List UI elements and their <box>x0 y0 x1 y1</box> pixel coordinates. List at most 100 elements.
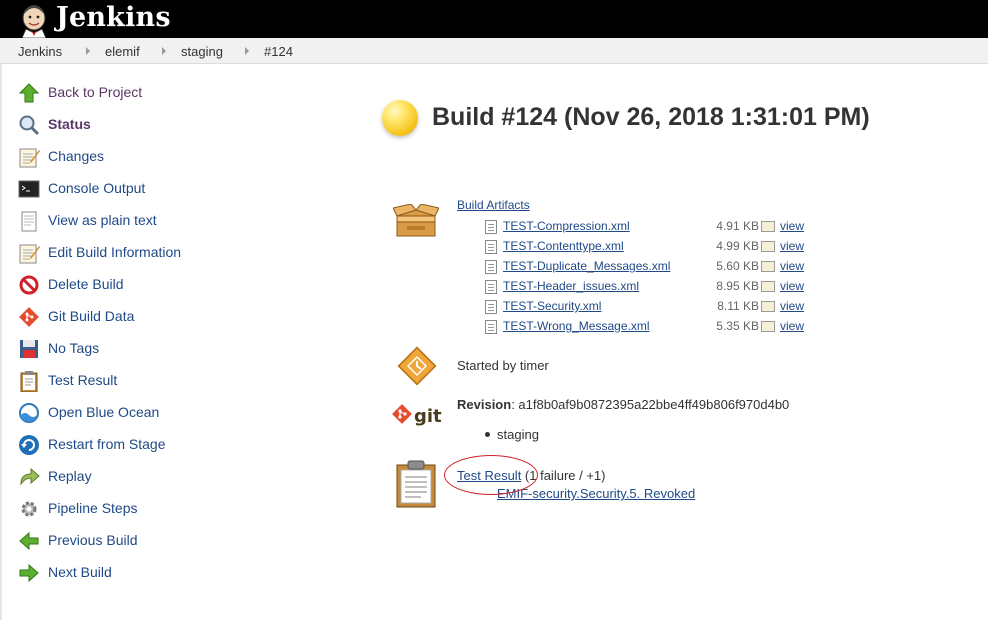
build-artifacts-link[interactable]: Build Artifacts <box>457 198 530 212</box>
sidebar-item-console-output[interactable]: Console Output <box>18 177 145 201</box>
breadcrumb-separator-icon[interactable] <box>86 47 90 55</box>
sidebar-item-changes[interactable]: Changes <box>18 145 104 169</box>
artifact-size: 4.91 KB <box>716 219 759 233</box>
breadcrumb-separator-icon[interactable] <box>162 47 166 55</box>
revision-line: Revision: a1f8b0af9b0872395a22bbe4ff49b8… <box>457 397 789 412</box>
sidebar-item-git-build-data[interactable]: Git Build Data <box>18 305 134 329</box>
artifact-link[interactable]: TEST-Compression.xml <box>503 219 630 233</box>
jenkins-logo-icon[interactable] <box>16 2 52 39</box>
artifact-view-link[interactable]: view <box>780 279 804 293</box>
magnifier-icon <box>18 114 40 136</box>
artifact-view-link[interactable]: view <box>780 259 804 273</box>
artifact-size: 8.11 KB <box>717 299 759 313</box>
breadcrumb-build[interactable]: #124 <box>264 44 293 59</box>
fingerprint-icon[interactable] <box>761 301 775 312</box>
sidebar-item-label: Back to Project <box>48 84 143 100</box>
sidebar-item-pipeline-steps[interactable]: Pipeline Steps <box>18 497 138 521</box>
clipboard-icon <box>396 460 436 508</box>
notepad-icon <box>18 242 40 264</box>
document-icon <box>485 280 497 294</box>
sidebar-item-status[interactable]: Status <box>18 113 91 137</box>
artifact-view-link[interactable]: view <box>780 239 804 253</box>
sidebar-item-next-build[interactable]: Next Build <box>18 561 112 585</box>
notepad-icon <box>18 146 40 168</box>
failed-test-link[interactable]: EMIF-security.Security.5. Revoked <box>497 486 695 501</box>
sidebar-item-delete-build[interactable]: Delete Build <box>18 273 124 297</box>
document-icon <box>18 210 40 232</box>
artifact-size: 5.60 KB <box>716 259 759 273</box>
breadcrumb-separator-icon[interactable] <box>245 47 249 55</box>
artifact-link[interactable]: TEST-Contenttype.xml <box>503 239 624 253</box>
artifact-link[interactable]: TEST-Header_issues.xml <box>503 279 639 293</box>
revision-hash: : a1f8b0af9b0872395a22bbe4ff49b806f970d4… <box>511 397 790 412</box>
svg-text:git: git <box>414 406 442 427</box>
replay-icon <box>18 466 40 488</box>
document-icon <box>485 240 497 254</box>
failed-test-item: EMIF-security.Security.5. Revoked <box>497 486 695 501</box>
breadcrumb-elemif[interactable]: elemif <box>105 44 140 59</box>
sidebar-item-label: Next Build <box>48 564 112 580</box>
blue-ocean-icon <box>18 402 40 424</box>
fingerprint-icon[interactable] <box>761 221 775 232</box>
sidebar-item-label: Changes <box>48 148 105 164</box>
clipboard-icon <box>18 370 40 393</box>
artifact-row: TEST-Header_issues.xml 8.95 KB view <box>485 279 825 297</box>
artifact-view-link[interactable]: view <box>780 299 804 313</box>
left-arrow-icon <box>18 530 40 552</box>
artifact-row: TEST-Wrong_Message.xml 5.35 KB view <box>485 319 825 337</box>
document-icon <box>485 220 497 234</box>
top-header: Jenkins <box>0 0 988 39</box>
brand-title[interactable]: Jenkins <box>56 2 171 33</box>
fingerprint-icon[interactable] <box>761 321 775 332</box>
sidebar-item-label: No Tags <box>48 340 100 356</box>
right-arrow-icon <box>18 562 40 584</box>
no-entry-icon <box>18 274 40 296</box>
breadcrumb-jenkins[interactable]: Jenkins <box>18 44 62 59</box>
sidebar-item-label: Test Result <box>48 372 118 388</box>
sidebar-item-open-blue-ocean[interactable]: Open Blue Ocean <box>18 401 159 425</box>
artifacts-heading: Build Artifacts <box>457 198 530 212</box>
document-icon <box>485 320 497 334</box>
sidebar-item-back-to-project[interactable]: Back to Project <box>18 81 142 105</box>
sidebar-item-label: Git Build Data <box>48 308 135 324</box>
sidebar-item-label: Restart from Stage <box>48 436 166 452</box>
artifact-row: TEST-Security.xml 8.11 KB view <box>485 299 825 317</box>
sidebar-item-label: Replay <box>48 468 92 484</box>
started-by-text: Started by timer <box>457 358 549 373</box>
side-border <box>0 64 2 620</box>
artifact-view-link[interactable]: view <box>780 319 804 333</box>
fingerprint-icon[interactable] <box>761 281 775 292</box>
artifact-link[interactable]: TEST-Security.xml <box>503 299 601 313</box>
up-arrow-icon <box>18 82 40 104</box>
package-box-icon <box>392 203 440 240</box>
gear-icon <box>18 498 40 520</box>
document-icon <box>485 260 497 274</box>
sidebar-item-previous-build[interactable]: Previous Build <box>18 529 138 553</box>
artifact-row: TEST-Contenttype.xml 4.99 KB view <box>485 239 825 257</box>
artifact-size: 8.95 KB <box>716 279 759 293</box>
branch-item: staging <box>485 427 539 442</box>
sidebar-item-label: Previous Build <box>48 532 138 548</box>
sidebar-item-view-plain-text[interactable]: View as plain text <box>18 209 157 233</box>
document-icon <box>485 300 497 314</box>
build-status-ball-icon <box>382 100 418 136</box>
sidebar-item-label: Open Blue Ocean <box>48 404 160 420</box>
fingerprint-icon[interactable] <box>761 241 775 252</box>
artifact-link[interactable]: TEST-Duplicate_Messages.xml <box>503 259 670 273</box>
sidebar-item-label: Delete Build <box>48 276 124 292</box>
sidebar-item-label: Pipeline Steps <box>48 500 138 516</box>
artifact-size: 4.99 KB <box>716 239 759 253</box>
sidebar-item-label: View as plain text <box>48 212 157 228</box>
sidebar-item-edit-build-info[interactable]: Edit Build Information <box>18 241 181 265</box>
sidebar-item-test-result[interactable]: Test Result <box>18 369 117 393</box>
sidebar-item-replay[interactable]: Replay <box>18 465 92 489</box>
breadcrumb-staging[interactable]: staging <box>181 44 223 59</box>
artifact-link[interactable]: TEST-Wrong_Message.xml <box>503 319 650 333</box>
artifact-view-link[interactable]: view <box>780 219 804 233</box>
fingerprint-icon[interactable] <box>761 261 775 272</box>
page-title: Build #124 (Nov 26, 2018 1:31:01 PM) <box>432 103 870 131</box>
sidebar-item-restart-from-stage[interactable]: Restart from Stage <box>18 433 166 457</box>
sidebar-item-no-tags[interactable]: No Tags <box>18 337 99 361</box>
artifact-row: TEST-Compression.xml 4.91 KB view <box>485 219 825 237</box>
red-highlight-circle <box>444 455 538 495</box>
